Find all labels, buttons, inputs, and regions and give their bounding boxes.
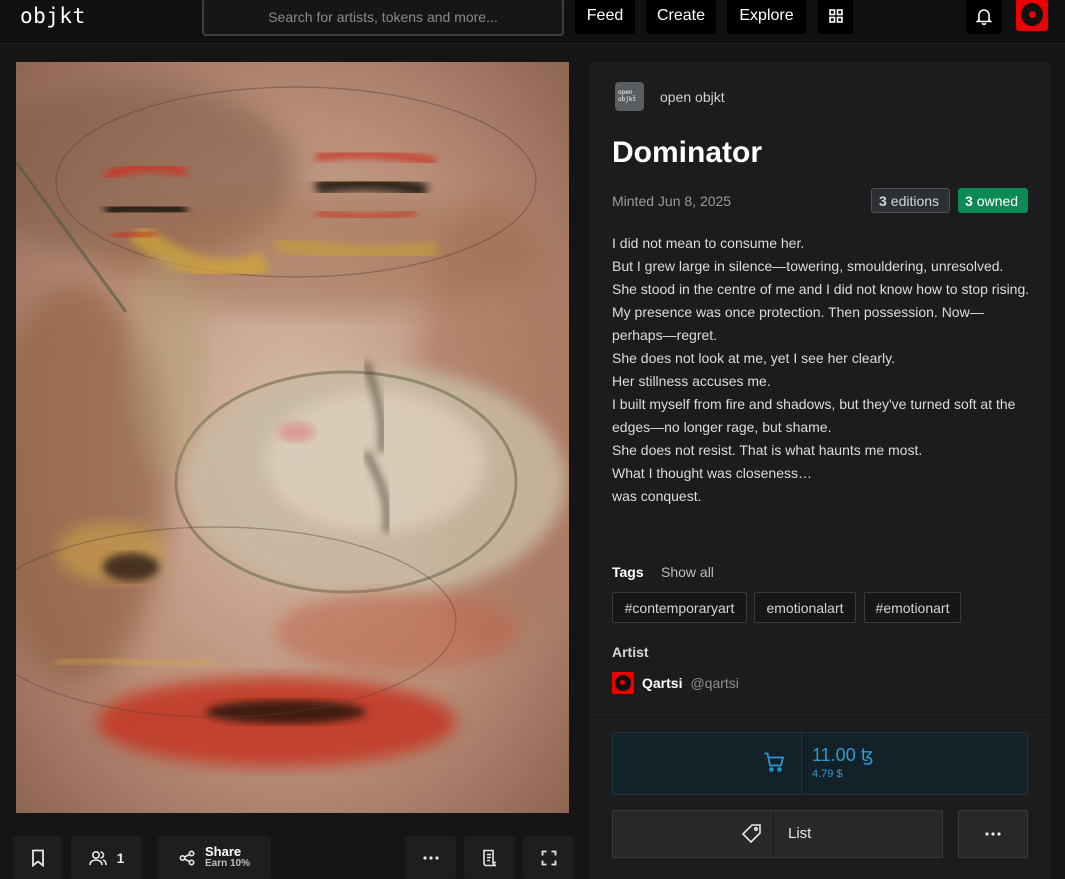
- token-title: Dominator: [612, 136, 762, 169]
- share-button[interactable]: Share Earn 10%: [158, 836, 271, 879]
- fullscreen-icon: [541, 850, 556, 865]
- artwork-image[interactable]: [16, 62, 569, 813]
- price-tez: 11.00 ꜩ: [812, 745, 874, 765]
- editions-badge[interactable]: 3 editions: [871, 188, 950, 213]
- list-label: List: [788, 825, 812, 842]
- tag-icon: [741, 824, 761, 844]
- tags-show-all-link[interactable]: Show all: [661, 564, 714, 580]
- tag-chip[interactable]: #contemporaryart: [612, 592, 747, 623]
- artist-avatar: [612, 672, 634, 694]
- nav-create-button[interactable]: Create: [646, 0, 716, 34]
- objkt-logo[interactable]: objkt: [20, 4, 86, 28]
- description-line: was conquest.: [612, 488, 702, 504]
- list-separator: [773, 811, 774, 857]
- editions-count: 3: [879, 192, 887, 209]
- description-line: I did not mean to consume her.: [612, 235, 805, 251]
- owned-badge[interactable]: 3 owned: [958, 188, 1028, 213]
- search-box[interactable]: [202, 0, 564, 36]
- user-avatar-button[interactable]: [1016, 0, 1048, 31]
- list-button[interactable]: List: [612, 810, 943, 858]
- bookmark-icon: [31, 849, 44, 867]
- fullscreen-button[interactable]: [523, 836, 574, 879]
- owned-count: 3: [965, 192, 973, 209]
- tag-chip[interactable]: #emotionart: [864, 592, 961, 623]
- artist-name[interactable]: Qartsi: [642, 675, 682, 691]
- description-line: What I thought was closeness…: [612, 465, 812, 481]
- tags-heading: Tags: [612, 564, 644, 580]
- share-icon: [179, 849, 195, 866]
- bell-icon: [975, 9, 993, 25]
- avatar: [1021, 3, 1043, 26]
- ellipsis-icon: [985, 832, 1001, 836]
- share-sub-label: Earn 10%: [204, 858, 251, 870]
- users-icon: [88, 850, 107, 865]
- description-line: Her stillness accuses me.: [612, 373, 771, 389]
- buy-separator: [801, 733, 802, 794]
- description-line: I built myself from fire and shadows, bu…: [612, 396, 1016, 435]
- notifications-button[interactable]: [966, 0, 1002, 34]
- token-description: I did not mean to consume her. But I gre…: [612, 232, 1032, 508]
- top-bar: objkt Feed Create Explore: [0, 0, 1065, 44]
- cart-icon: [764, 752, 785, 772]
- bookmark-button[interactable]: [13, 836, 62, 879]
- art-more-button[interactable]: [405, 836, 456, 879]
- artist-link[interactable]: Qartsi @qartsi: [612, 672, 739, 694]
- ellipsis-icon: [422, 855, 439, 860]
- share-label: Share: [204, 844, 242, 860]
- description-line: But I grew large in silence—towering, sm…: [612, 258, 1004, 274]
- nav-explore-button[interactable]: Explore: [727, 0, 806, 34]
- description-line: She does not look at me, yet I see her c…: [612, 350, 896, 366]
- nav-feed-button[interactable]: Feed: [575, 0, 635, 34]
- token-details-panel: open_ objkt open objkt Dominator Minted …: [589, 62, 1051, 879]
- editions-label: editions: [890, 192, 940, 209]
- description-line: She does not resist. That is what haunts…: [612, 442, 923, 458]
- collection-logo: open_ objkt: [615, 82, 644, 111]
- market-more-button[interactable]: [958, 810, 1028, 858]
- owners-button[interactable]: 1: [71, 836, 142, 879]
- search-input[interactable]: [204, 0, 562, 34]
- owned-label: owned: [976, 192, 1019, 209]
- minted-date: Minted Jun 8, 2025: [612, 193, 732, 209]
- document-icon: [482, 849, 496, 866]
- owners-count: 1: [116, 849, 125, 866]
- apps-grid-button[interactable]: [818, 0, 853, 34]
- collection-name[interactable]: open objkt: [660, 89, 725, 105]
- grid-icon: [828, 9, 843, 23]
- buy-button[interactable]: 11.00 ꜩ 4.79 $: [612, 732, 1028, 795]
- collection-link[interactable]: open_ objkt open objkt: [615, 82, 725, 111]
- artwork-painting: [16, 62, 569, 813]
- artist-handle: @qartsi: [690, 675, 739, 691]
- tag-chip[interactable]: emotionalart: [754, 592, 856, 623]
- artist-heading: Artist: [612, 644, 649, 660]
- details-button[interactable]: [464, 836, 515, 879]
- divider: [589, 714, 1051, 715]
- price-usd: 4.79 $: [812, 768, 843, 780]
- description-line: She stood in the centre of me and I did …: [612, 281, 1030, 343]
